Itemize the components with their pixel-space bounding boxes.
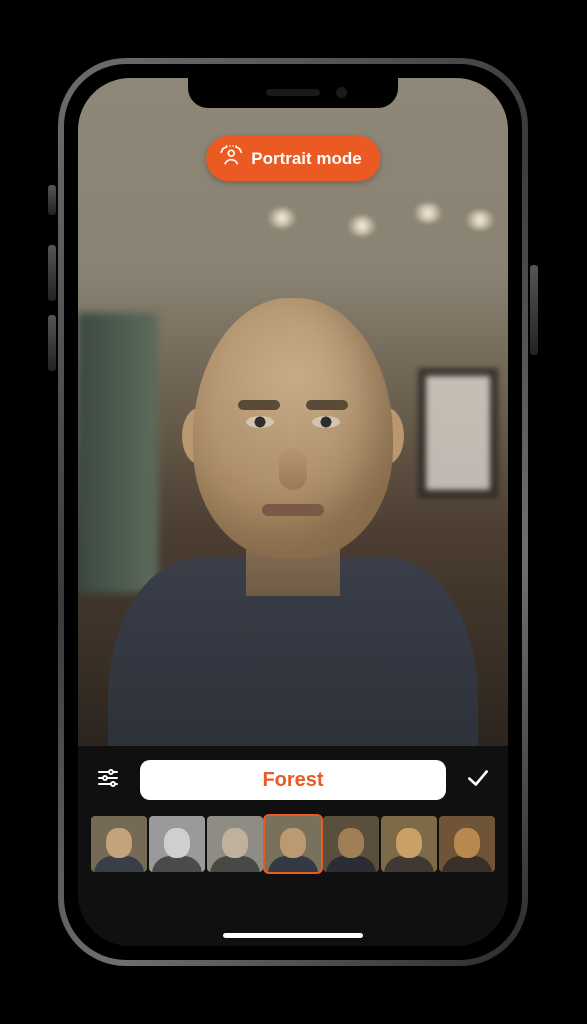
filter-panel: Forest [78,746,508,946]
adjust-button[interactable] [86,758,130,802]
filter-thumb-5[interactable] [381,816,437,872]
power-button [530,265,538,355]
filter-thumb-6[interactable] [439,816,495,872]
portrait-mode-label: Portrait mode [251,149,362,169]
portrait-mode-icon [220,145,242,172]
home-indicator[interactable] [223,933,363,938]
checkmark-icon [465,765,491,796]
screen: Portrait mode [78,78,508,946]
selected-filter-pill[interactable]: Forest [140,760,446,800]
confirm-button[interactable] [456,758,500,802]
sliders-icon [96,766,120,795]
portrait-mode-badge[interactable]: Portrait mode [206,136,380,181]
volume-up-button [48,245,56,301]
volume-down-button [48,315,56,371]
mute-switch [48,185,56,215]
filter-thumb-1[interactable] [149,816,205,872]
filter-thumbnail-strip[interactable] [78,816,508,872]
filter-thumb-4[interactable] [323,816,379,872]
filter-thumb-3[interactable] [265,816,321,872]
phone-frame: Portrait mode [58,58,528,966]
filter-thumb-2[interactable] [207,816,263,872]
filter-thumb-0[interactable] [91,816,147,872]
selected-filter-label: Forest [262,769,323,792]
preview-person-head [193,298,393,558]
device-notch [188,78,398,108]
